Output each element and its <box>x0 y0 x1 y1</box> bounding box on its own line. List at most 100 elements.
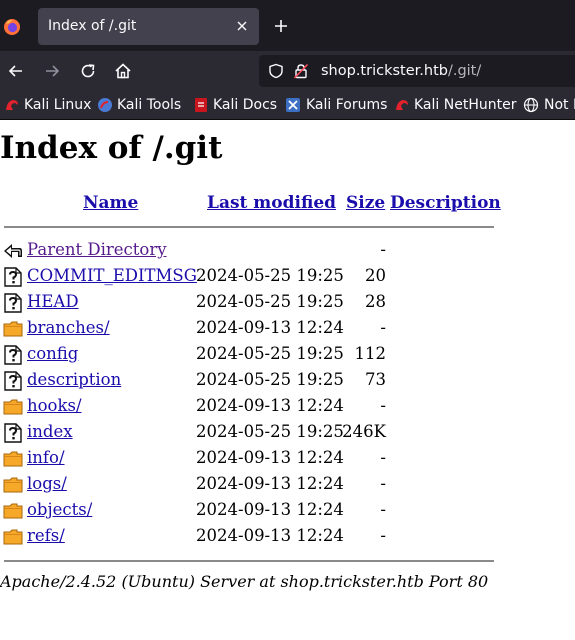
table-row: branches/2024-09-13 12:24 - <box>0 316 575 342</box>
file-link[interactable]: HEAD <box>27 292 79 311</box>
file-link[interactable]: branches/ <box>27 318 110 337</box>
unknown-file-icon <box>3 345 23 365</box>
folder-icon <box>3 397 23 417</box>
table-row: logs/2024-09-13 12:24 - <box>0 472 575 498</box>
bookmark-kali-tools[interactable]: Kali Tools <box>97 91 181 119</box>
file-size: - <box>380 448 386 467</box>
firefox-icon[interactable] <box>3 18 21 36</box>
bookmark-kali-nethunter[interactable]: Kali NetHunter <box>394 91 516 119</box>
file-link[interactable]: index <box>27 422 73 441</box>
file-size: - <box>380 318 386 337</box>
file-link[interactable]: logs/ <box>27 474 67 493</box>
last-modified: 2024-09-13 12:24 <box>196 474 344 493</box>
url-text[interactable]: shop.trickster.htb/.git/ <box>321 55 481 87</box>
file-size: 112 <box>354 344 387 363</box>
file-size: - <box>380 474 386 493</box>
url-host: shop.trickster.htb <box>321 63 448 79</box>
last-modified: 2024-09-13 12:24 <box>196 396 344 415</box>
kali-tools-icon <box>98 98 112 112</box>
back-folder-icon <box>4 244 22 258</box>
reload-icon[interactable] <box>78 61 98 81</box>
bookmark-label: Kali Docs <box>213 97 278 113</box>
tracking-shield-icon[interactable] <box>268 63 284 79</box>
bookmark-kali-forums[interactable]: Kali Forums <box>285 91 387 119</box>
bookmarks-toolbar: Kali Linux Kali Tools Kali Docs Kali For… <box>0 91 575 120</box>
bookmark-label: Kali Linux <box>24 97 92 113</box>
file-link[interactable]: info/ <box>27 448 65 467</box>
bookmark-label: Kali Tools <box>117 97 182 113</box>
bookmark-label: Not F <box>544 97 575 113</box>
last-modified: 2024-09-13 12:24 <box>196 448 344 467</box>
file-link[interactable]: COMMIT_EDITMSG <box>27 266 197 285</box>
divider <box>4 226 494 228</box>
bookmark-label: Kali Forums <box>306 97 388 113</box>
parent-directory-link[interactable]: Parent Directory <box>27 240 167 259</box>
file-link[interactable]: config <box>27 344 78 363</box>
last-modified: 2024-09-13 12:24 <box>196 318 344 337</box>
table-row: HEAD 2024-05-25 19:25 28 <box>0 290 575 316</box>
unknown-file-icon <box>3 423 23 443</box>
file-size: - <box>380 500 386 519</box>
tab-strip: Index of /.git <box>0 0 575 51</box>
folder-icon <box>3 527 23 547</box>
folder-icon <box>3 475 23 495</box>
table-row: config 2024-05-25 19:25 112 <box>0 342 575 368</box>
divider <box>4 560 494 562</box>
folder-icon <box>3 449 23 469</box>
last-modified: 2024-09-13 12:24 <box>196 500 344 519</box>
forward-arrow-icon[interactable] <box>42 61 62 81</box>
table-row-parent: Parent Directory - <box>0 238 575 264</box>
kali-dragon-icon <box>6 100 18 110</box>
bookmark-not-f[interactable]: Not F <box>523 91 575 119</box>
bookmark-kali-docs[interactable]: Kali Docs <box>193 91 277 119</box>
column-header-name[interactable]: Name <box>83 193 138 213</box>
back-arrow-icon[interactable] <box>6 61 26 81</box>
unknown-file-icon <box>3 293 23 313</box>
home-icon[interactable] <box>113 61 133 81</box>
table-row: hooks/2024-09-13 12:24 - <box>0 394 575 420</box>
last-modified: 2024-05-25 19:25 <box>196 292 344 311</box>
globe-icon <box>523 97 539 113</box>
file-size: - <box>380 240 386 259</box>
last-modified: 2024-05-25 19:25 <box>196 266 344 285</box>
column-header-last-modified[interactable]: Last modified <box>207 193 336 213</box>
folder-icon <box>3 319 23 339</box>
url-path: /.git/ <box>447 63 482 79</box>
tab-title: Index of /.git <box>48 18 137 34</box>
kali-docs-icon <box>195 98 207 112</box>
last-modified: 2024-05-25 19:25 <box>196 422 344 441</box>
bookmark-kali-linux[interactable]: Kali Linux <box>4 91 91 119</box>
kali-nethunter-icon <box>396 100 408 110</box>
tab-active[interactable]: Index of /.git <box>38 8 259 45</box>
file-size: - <box>380 396 386 415</box>
close-icon[interactable] <box>235 19 249 33</box>
unknown-file-icon <box>3 371 23 391</box>
page-title: Index of /.git <box>0 130 223 166</box>
directory-listing-page: Index of /.git Name Last modified Size D… <box>0 121 575 640</box>
file-size: 73 <box>365 370 386 389</box>
last-modified: 2024-05-25 19:25 <box>196 370 344 389</box>
new-tab-plus-icon[interactable] <box>273 18 289 34</box>
table-row: description 2024-05-25 19:25 73 <box>0 368 575 394</box>
file-link[interactable]: description <box>27 370 121 389</box>
unknown-file-icon <box>3 267 23 287</box>
column-header-size[interactable]: Size <box>346 193 385 213</box>
last-modified: 2024-09-13 12:24 <box>196 526 344 545</box>
insecure-lock-icon[interactable] <box>293 63 309 79</box>
file-link[interactable]: objects/ <box>27 500 92 519</box>
table-row: objects/2024-09-13 12:24 - <box>0 498 575 524</box>
file-size: 246K <box>342 422 386 441</box>
last-modified: 2024-05-25 19:25 <box>196 344 344 363</box>
table-row: index 2024-05-25 19:25 246K <box>0 420 575 446</box>
folder-icon <box>3 501 23 521</box>
navigation-toolbar: shop.trickster.htb/.git/ <box>0 51 575 91</box>
table-row: refs/2024-09-13 12:24 - <box>0 524 575 550</box>
server-signature: Apache/2.4.52 (Ubuntu) Server at shop.tr… <box>0 572 489 591</box>
file-link[interactable]: refs/ <box>27 526 65 545</box>
table-row: info/2024-09-13 12:24 - <box>0 446 575 472</box>
column-header-description[interactable]: Description <box>390 193 501 213</box>
file-size: 28 <box>365 292 386 311</box>
file-link[interactable]: hooks/ <box>27 396 82 415</box>
address-bar[interactable]: shop.trickster.htb/.git/ <box>259 55 575 87</box>
file-size: 20 <box>365 266 386 285</box>
